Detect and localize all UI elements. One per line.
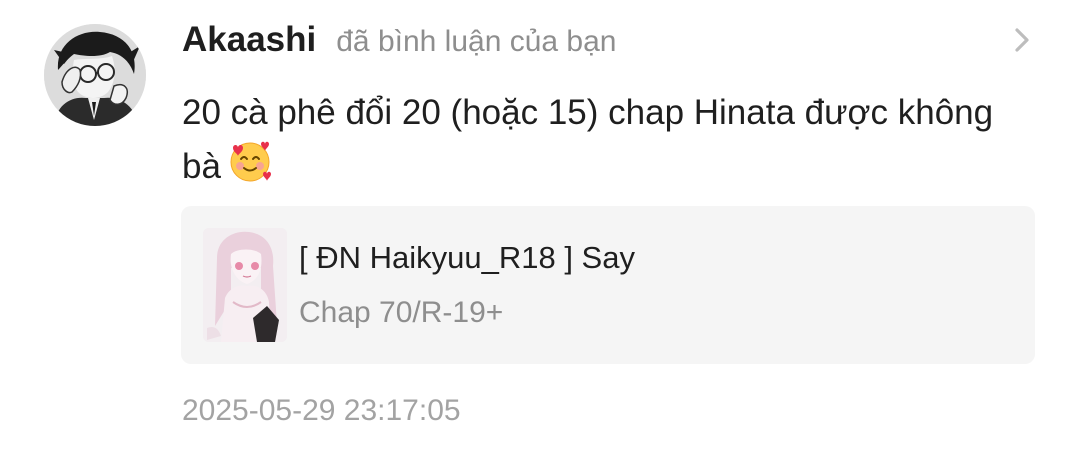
comment-notification[interactable]: Akaashi đã bình luận của bạn 20 cà phê đ…	[0, 0, 1080, 461]
notification-header: Akaashi đã bình luận của bạn	[182, 20, 617, 64]
comment-text-block: 20 cà phê đổi 20 (hoặc 15) chap Hinata đ…	[182, 88, 1002, 198]
chevron-right-icon[interactable]	[1006, 24, 1038, 56]
story-card[interactable]: [ ĐN Haikyuu_R18 ] Say Chap 70/R-19+	[181, 206, 1035, 364]
smiling-face-with-hearts-icon	[227, 138, 273, 198]
timestamp: 2025-05-29 23:17:05	[182, 394, 461, 427]
action-text: đã bình luận của bạn	[336, 25, 617, 58]
story-title: [ ĐN Haikyuu_R18 ] Say	[299, 240, 635, 275]
chapter-label: Chap 70/R-19+	[299, 296, 504, 329]
story-cover-image	[203, 228, 287, 342]
comment-text: 20 cà phê đổi 20 (hoặc 15) chap Hinata đ…	[182, 93, 994, 186]
user-avatar[interactable]	[44, 24, 146, 126]
username[interactable]: Akaashi	[182, 20, 316, 60]
